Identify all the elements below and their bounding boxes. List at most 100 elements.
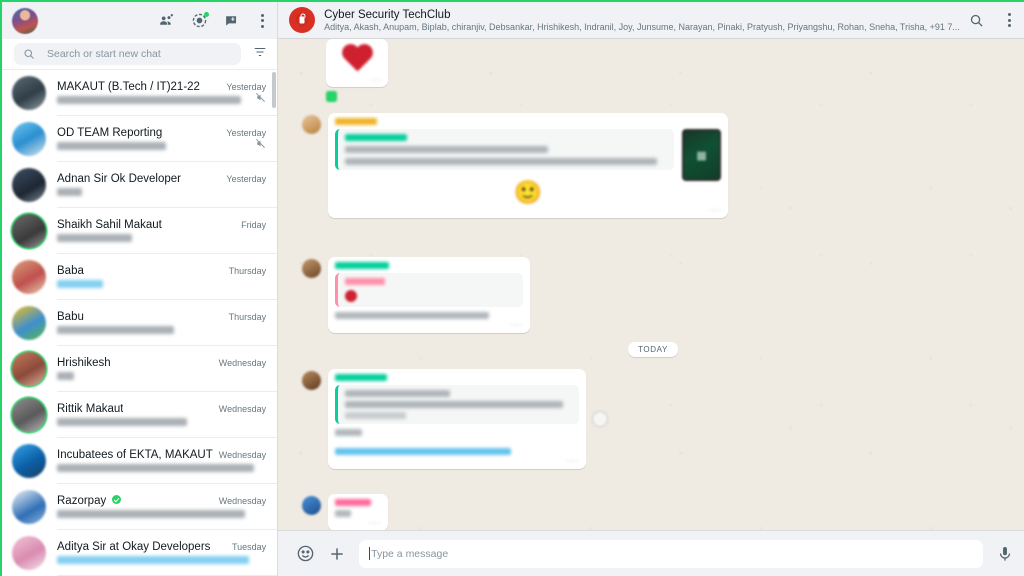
chat-name: Babu — [57, 311, 84, 323]
message-sticker[interactable]: ··:·· — [326, 39, 388, 102]
chat-list-item[interactable]: Shaikh Sahil MakautFriday — [2, 208, 277, 254]
menu-icon[interactable] — [1004, 11, 1015, 29]
avatar — [302, 371, 321, 390]
message-bubble: ▦ 🙂 ··:·· — [328, 113, 728, 218]
image-thumbnail[interactable]: ▦ — [682, 129, 721, 181]
quoted-text — [345, 412, 406, 419]
message-timestamp: ··:·· — [332, 77, 382, 84]
quoted-text — [345, 401, 563, 408]
chat-list-item[interactable]: HrishikeshWednesday — [2, 346, 277, 392]
quoted-reply[interactable] — [335, 129, 674, 170]
chat-list[interactable]: MAKAUT (B.Tech / IT)21-22Yesterday OD TEA… — [2, 70, 277, 576]
chat-list-item[interactable]: BabaThursday — [2, 254, 277, 300]
message-placeholder: Type a message — [371, 548, 448, 560]
sender-name — [335, 374, 387, 381]
reaction-button[interactable] — [592, 411, 608, 427]
search-input[interactable]: Search or start new chat — [14, 43, 241, 65]
avatar — [302, 259, 321, 278]
chat-list-item[interactable]: MAKAUT (B.Tech / IT)21-22Yesterday — [2, 70, 277, 116]
chat-list-item-header: MAKAUT (B.Tech / IT)21-22Yesterday — [57, 81, 266, 93]
message-timestamp: ··:·· — [335, 322, 523, 329]
chat-list-item[interactable]: RazorpayWednesday — [2, 484, 277, 530]
chat-preview-text — [57, 280, 103, 288]
plus-attach-icon[interactable] — [328, 545, 346, 563]
chat-timestamp: Wednesday — [219, 450, 266, 460]
avatar — [302, 496, 321, 515]
shield-lock-icon[interactable] — [289, 7, 315, 33]
heart-sticker-icon — [341, 45, 373, 74]
menu-icon[interactable] — [257, 12, 268, 30]
quoted-reply[interactable] — [335, 385, 579, 424]
chat-list-item-body: OD TEAM ReportingYesterday — [57, 116, 277, 162]
chat-timestamp: Tuesday — [232, 542, 266, 552]
message-bubble: ··:·· — [328, 257, 530, 333]
chat-list-item[interactable]: BabuThursday — [2, 300, 277, 346]
avatar — [12, 214, 46, 248]
message-quoted-link[interactable]: ··:·· — [302, 369, 608, 469]
chat-list-item-header: BabuThursday — [57, 311, 266, 323]
message-link[interactable] — [335, 448, 511, 455]
microphone-icon[interactable] — [996, 545, 1014, 563]
chat-list-item-header: Shaikh Sahil MakautFriday — [57, 219, 266, 231]
chat-name: Incubatees of EKTA, MAKAUT — [57, 449, 213, 461]
chat-list-item-header: Aditya Sir at Okay Developers Tuesday — [57, 541, 266, 553]
chat-preview-text — [57, 464, 254, 472]
quoted-emoji — [345, 290, 357, 302]
chat-list-item-header: HrishikeshWednesday — [57, 357, 266, 369]
message-text — [335, 312, 489, 319]
message-area[interactable]: ··:·· ▦ — [278, 39, 1024, 530]
message-input[interactable]: Type a message — [359, 540, 983, 568]
chat-list-item[interactable]: Rittik MakautWednesday — [2, 392, 277, 438]
chat-list-item-header: OD TEAM ReportingYesterday — [57, 127, 266, 139]
emoji-icon[interactable] — [296, 544, 315, 563]
quoted-reply[interactable] — [335, 273, 523, 307]
chat-list-item[interactable]: Aditya Sir at Okay Developers Tuesday — [2, 530, 277, 576]
status-icon[interactable] — [191, 12, 208, 29]
sidebar: Search or start new chat MAKAUT (B.Tech … — [2, 2, 278, 576]
chat-name: MAKAUT (B.Tech / IT)21-22 — [57, 81, 200, 93]
avatar — [12, 260, 46, 294]
sidebar-header-icons — [158, 12, 268, 30]
message-quoted-pink[interactable]: ··:·· — [302, 257, 530, 333]
chat-preview-text — [57, 96, 241, 104]
chat-list-item-body: Incubatees of EKTA, MAKAUT Wednesday — [57, 438, 277, 484]
message-bubble: ··:·· — [328, 369, 586, 469]
chat-list-item-body: Shaikh Sahil MakautFriday — [57, 208, 277, 254]
chat-timestamp: Wednesday — [219, 496, 266, 506]
chat-header-titles[interactable]: Cyber Security TechClub Aditya, Akash, A… — [324, 9, 960, 32]
chat-participants: Aditya, Akash, Anupam, Biplab, chiranjiv… — [324, 22, 960, 32]
chat-header: Cyber Security TechClub Aditya, Akash, A… — [278, 2, 1024, 39]
message-quoted-photo[interactable]: ▦ 🙂 ··:·· — [302, 113, 728, 218]
chat-list-item[interactable]: OD TEAM ReportingYesterday — [2, 116, 277, 162]
chat-list-item[interactable]: Incubatees of EKTA, MAKAUT Wednesday — [2, 438, 277, 484]
sidebar-header — [2, 2, 277, 39]
chat-name: Aditya Sir at Okay Developers — [57, 541, 210, 553]
my-profile-avatar[interactable] — [12, 8, 38, 34]
day-divider: TODAY — [628, 342, 678, 357]
message-bubble: ··:·· — [328, 494, 388, 530]
avatar — [12, 536, 46, 570]
chat-list-item-body: Adnan Sir Ok DeveloperYesterday — [57, 162, 277, 208]
chat-name: Rittik Makaut — [57, 403, 123, 415]
avatar — [12, 168, 46, 202]
chat-name: Hrishikesh — [57, 357, 111, 369]
chat-header-icons — [969, 11, 1015, 29]
chat-preview-text — [57, 418, 187, 426]
message-timestamp: ··:·· — [335, 207, 721, 214]
sender-name — [335, 118, 377, 125]
new-chat-icon[interactable] — [224, 12, 241, 29]
quoted-sender — [345, 134, 407, 141]
message-partial[interactable]: ··:·· — [302, 494, 388, 530]
chat-name: Adnan Sir Ok Developer — [57, 173, 181, 185]
sticker-bubble: ··:·· — [326, 39, 388, 87]
communities-icon[interactable] — [158, 12, 175, 29]
chat-preview-text — [57, 188, 82, 196]
quoted-text — [345, 158, 657, 165]
chat-timestamp: Thursday — [229, 266, 267, 276]
chat-list-item-body: MAKAUT (B.Tech / IT)21-22Yesterday — [57, 70, 277, 116]
chat-name: OD TEAM Reporting — [57, 127, 162, 139]
filter-icon[interactable] — [251, 45, 267, 64]
chat-list-item[interactable]: Adnan Sir Ok DeveloperYesterday — [2, 162, 277, 208]
text-caret — [369, 547, 370, 560]
search-icon[interactable] — [969, 13, 984, 28]
